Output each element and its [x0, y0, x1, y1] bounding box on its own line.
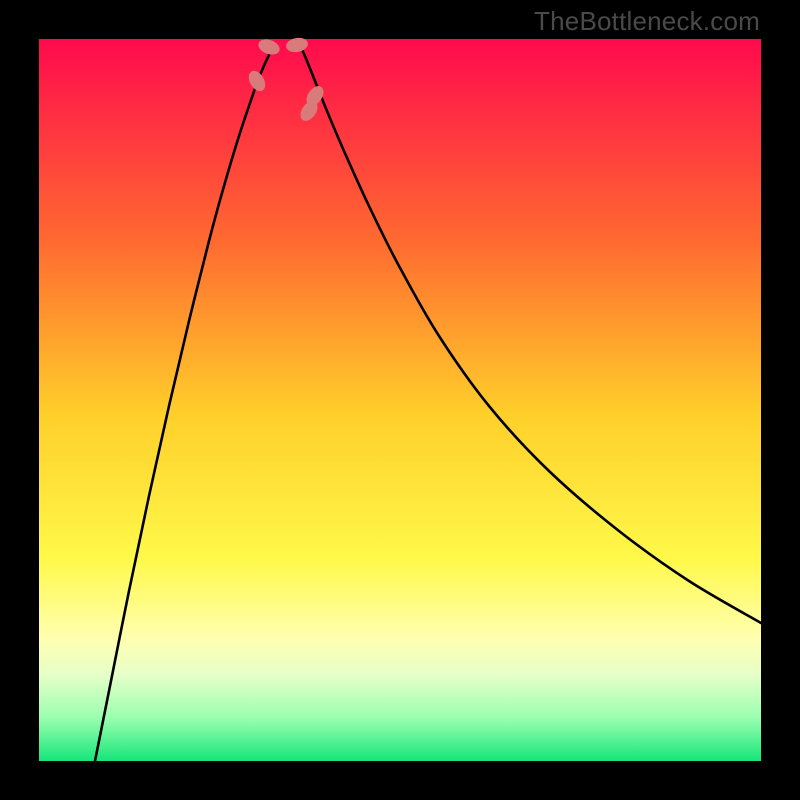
point-cluster-left: [245, 68, 268, 94]
plot-area: [39, 39, 761, 761]
point-bottom-right: [285, 36, 309, 54]
point-bottom-left: [256, 37, 281, 58]
watermark-text: TheBottleneck.com: [534, 6, 760, 37]
left-branch-curve: [95, 47, 273, 761]
chart-frame: TheBottleneck.com: [0, 0, 800, 800]
right-branch-curve: [301, 47, 761, 623]
curve-svg: [39, 39, 761, 761]
